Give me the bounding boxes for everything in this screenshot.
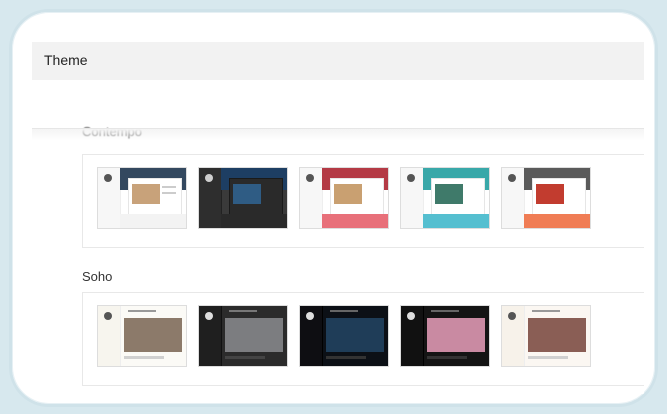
- thumb-title: [431, 310, 459, 312]
- thumb-title: [128, 310, 156, 312]
- theme-list[interactable]: Contempo: [32, 84, 644, 394]
- theme-thumbnail-soho-1[interactable]: [97, 305, 187, 367]
- thumb-footer: [221, 214, 287, 228]
- thumb-photo: [132, 184, 160, 204]
- thumb-photo: [233, 184, 261, 204]
- theme-thumbnail-contempo-3[interactable]: [299, 167, 389, 229]
- theme-header: Theme: [32, 42, 644, 80]
- thumb-footer: [225, 356, 265, 359]
- thumb-footer: [427, 356, 467, 359]
- thumb-photo: [124, 318, 182, 352]
- thumb-photo: [225, 318, 283, 352]
- theme-thumbnail-soho-3[interactable]: [299, 305, 389, 367]
- theme-thumbnail-soho-2[interactable]: [198, 305, 288, 367]
- avatar: [407, 174, 415, 182]
- section-title-soho: Soho: [82, 269, 113, 284]
- thumb-photo: [334, 184, 362, 204]
- thumb-footer: [423, 214, 489, 228]
- thumb-photo: [435, 184, 463, 204]
- soho-gallery: [82, 292, 644, 386]
- avatar: [407, 312, 415, 320]
- avatar: [508, 174, 516, 182]
- thumb-footer: [524, 214, 590, 228]
- theme-thumbnail-contempo-2[interactable]: [198, 167, 288, 229]
- avatar: [104, 174, 112, 182]
- thumb-photo: [536, 184, 564, 204]
- thumb-photo: [427, 318, 485, 352]
- page-title: Theme: [44, 52, 88, 68]
- theme-thumbnail-contempo-1[interactable]: [97, 167, 187, 229]
- thumb-text-line: [162, 186, 176, 188]
- avatar: [205, 312, 213, 320]
- window-frame: Theme Contempo: [9, 9, 658, 407]
- contempo-gallery: [82, 154, 644, 248]
- avatar: [306, 312, 314, 320]
- thumb-photo: [528, 318, 586, 352]
- thumb-footer: [322, 214, 388, 228]
- avatar: [508, 312, 516, 320]
- thumb-footer: [120, 214, 186, 228]
- thumb-text-line: [162, 192, 176, 194]
- theme-thumbnail-contempo-4[interactable]: [400, 167, 490, 229]
- scroll-shadow: [32, 128, 644, 141]
- theme-thumbnail-contempo-5[interactable]: [501, 167, 591, 229]
- thumb-footer: [528, 356, 568, 359]
- thumb-title: [229, 310, 257, 312]
- avatar: [104, 312, 112, 320]
- thumb-title: [330, 310, 358, 312]
- theme-thumbnail-soho-4[interactable]: [400, 305, 490, 367]
- thumb-title: [532, 310, 560, 312]
- theme-thumbnail-soho-5[interactable]: [501, 305, 591, 367]
- thumb-photo: [326, 318, 384, 352]
- thumb-footer: [124, 356, 164, 359]
- thumb-footer: [326, 356, 366, 359]
- avatar: [205, 174, 213, 182]
- avatar: [306, 174, 314, 182]
